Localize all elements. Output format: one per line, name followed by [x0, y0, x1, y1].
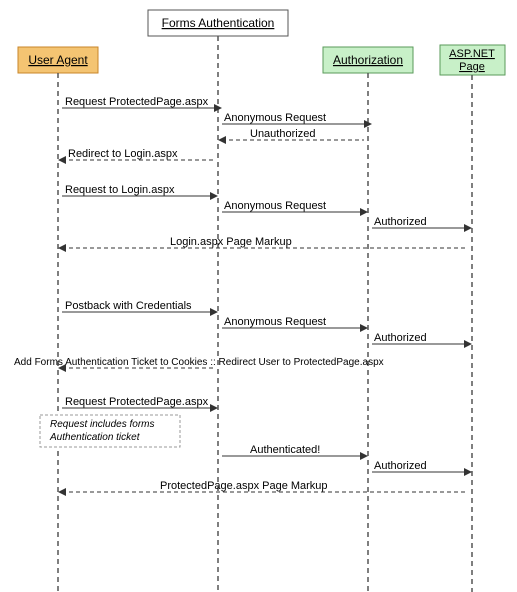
svg-text:Anonymous Request: Anonymous Request	[224, 112, 326, 124]
svg-text:Login.aspx Page Markup: Login.aspx Page Markup	[170, 236, 292, 248]
svg-text:Anonymous Request: Anonymous Request	[224, 316, 326, 328]
svg-text:User Agent: User Agent	[28, 53, 88, 67]
svg-text:Redirect to Login.aspx: Redirect to Login.aspx	[68, 148, 178, 160]
svg-text:Authorization: Authorization	[333, 53, 403, 67]
svg-text:Forms Authentication: Forms Authentication	[162, 16, 275, 30]
svg-text:Request includes forms: Request includes forms	[50, 419, 155, 430]
svg-text:Request ProtectedPage.aspx: Request ProtectedPage.aspx	[65, 396, 209, 408]
svg-text:Anonymous Request: Anonymous Request	[224, 200, 326, 212]
svg-text:Authorized: Authorized	[374, 332, 427, 344]
svg-text:Add Forms Authentication Ticke: Add Forms Authentication Ticket to Cooki…	[14, 357, 384, 368]
svg-text:Request to Login.aspx: Request to Login.aspx	[65, 184, 175, 196]
svg-text:ProtectedPage.aspx Page Markup: ProtectedPage.aspx Page Markup	[160, 480, 328, 492]
svg-text:Page: Page	[459, 61, 485, 73]
svg-text:Request ProtectedPage.aspx: Request ProtectedPage.aspx	[65, 96, 209, 108]
svg-text:Authentication ticket: Authentication ticket	[49, 432, 141, 443]
svg-text:Authorized: Authorized	[374, 460, 427, 472]
svg-text:Postback with Credentials: Postback with Credentials	[65, 300, 192, 312]
svg-text:Unauthorized: Unauthorized	[250, 128, 315, 140]
sequence-diagram: Forms Authentication User Agent Authoriz…	[0, 0, 517, 592]
svg-text:Authenticated!: Authenticated!	[250, 444, 320, 456]
svg-text:Authorized: Authorized	[374, 216, 427, 228]
svg-text:ASP.NET: ASP.NET	[449, 48, 495, 60]
